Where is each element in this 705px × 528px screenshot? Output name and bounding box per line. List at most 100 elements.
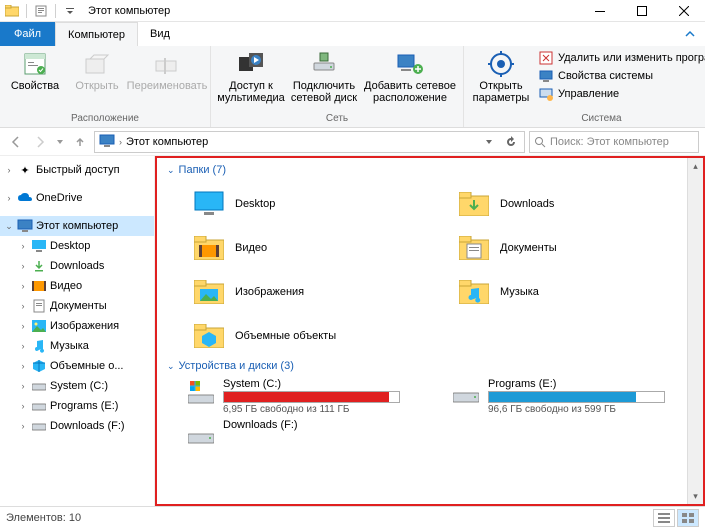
nav-back-button[interactable] <box>6 132 26 152</box>
settings-icon <box>487 50 515 78</box>
properties-button[interactable]: Свойства <box>4 48 66 92</box>
folder-desktop[interactable]: Desktop <box>165 182 430 226</box>
scroll-down-icon[interactable]: ▾ <box>688 488 703 504</box>
media-access-button[interactable]: Доступ к мультимедиа <box>215 48 287 104</box>
tree-pictures[interactable]: ›Изображения <box>0 316 154 336</box>
manage-button[interactable]: Управление <box>538 86 705 102</box>
drive-downloads-f[interactable]: Downloads (F:) <box>165 419 430 447</box>
uninstall-button[interactable]: Удалить или изменить программу <box>538 50 705 66</box>
search-field[interactable]: Поиск: Этот компьютер <box>529 131 699 153</box>
tab-computer[interactable]: Компьютер <box>55 22 138 46</box>
documents-icon <box>31 298 47 314</box>
system-props-label: Свойства системы <box>558 70 653 82</box>
group-folders[interactable]: ⌄Папки (7) <box>165 162 695 182</box>
tab-view[interactable]: Вид <box>138 22 182 46</box>
section-label-system: Система <box>468 113 705 125</box>
explorer-icon <box>4 3 20 19</box>
tree-documents[interactable]: ›Документы <box>0 296 154 316</box>
tree-downloads[interactable]: ›Downloads <box>0 256 154 276</box>
tree-desktop[interactable]: ›Desktop <box>0 236 154 256</box>
pictures-icon <box>31 318 47 334</box>
music-icon <box>31 338 47 354</box>
uninstall-icon <box>538 50 554 66</box>
map-drive-label: Подключить сетевой диск <box>287 80 361 104</box>
uninstall-label: Удалить или изменить программу <box>558 52 705 64</box>
windows-drive-icon <box>187 378 215 406</box>
navigation-pane[interactable]: ›✦Быстрый доступ ›OneDrive ⌄Этот компьют… <box>0 156 155 506</box>
view-details-button[interactable] <box>653 509 675 527</box>
properties-label: Свойства <box>11 80 59 92</box>
open-settings-button[interactable]: Открыть параметры <box>468 48 534 104</box>
address-path: Этот компьютер <box>126 136 476 148</box>
map-drive-icon <box>310 50 338 78</box>
refresh-button[interactable] <box>502 136 520 148</box>
drive-name: System (C:) <box>223 378 400 390</box>
tree-video[interactable]: ›Видео <box>0 276 154 296</box>
folder-3dobjects[interactable]: Объемные объекты <box>165 314 430 358</box>
star-icon: ✦ <box>17 162 33 178</box>
tree-onedrive[interactable]: ›OneDrive <box>0 188 154 208</box>
drive-icon <box>452 378 480 406</box>
chevron-right-icon: › <box>119 137 122 147</box>
folder-video[interactable]: Видео <box>165 226 430 270</box>
add-network-loc-button[interactable]: Добавить сетевое расположение <box>361 48 459 104</box>
nav-history-button[interactable] <box>54 132 66 152</box>
map-drive-button[interactable]: Подключить сетевой диск <box>287 48 361 104</box>
address-dropdown-icon[interactable] <box>480 138 498 146</box>
rename-icon <box>153 50 181 78</box>
vertical-scrollbar[interactable]: ▴ ▾ <box>687 158 703 504</box>
nav-forward-button[interactable] <box>30 132 50 152</box>
drive-programs-e[interactable]: Programs (E:) 96,6 ГБ свободно из 599 ГБ <box>430 378 695 415</box>
folder-downloads[interactable]: Downloads <box>430 182 695 226</box>
nav-up-button[interactable] <box>70 132 90 152</box>
ribbon-section-network: Доступ к мультимедиа Подключить сетевой … <box>211 46 464 127</box>
collapse-icon: ⌄ <box>167 165 175 176</box>
objects3d-icon <box>31 358 47 374</box>
ribbon: Свойства Открыть Переименовать Расположе… <box>0 46 705 128</box>
folder-documents[interactable]: Документы <box>430 226 695 270</box>
minimize-button[interactable] <box>579 0 621 22</box>
view-large-icons-button[interactable] <box>677 509 699 527</box>
tree-3dobjects[interactable]: ›Объемные о... <box>0 356 154 376</box>
downloads-icon <box>31 258 47 274</box>
drive-system-c[interactable]: System (C:) 6,95 ГБ свободно из 111 ГБ <box>165 378 430 415</box>
desktop-icon <box>31 238 47 254</box>
maximize-button[interactable] <box>621 0 663 22</box>
tree-quick-access[interactable]: ›✦Быстрый доступ <box>0 160 154 180</box>
close-button[interactable] <box>663 0 705 22</box>
scroll-up-icon[interactable]: ▴ <box>688 158 703 174</box>
tree-downloads-f[interactable]: ›Downloads (F:) <box>0 416 154 436</box>
content-area[interactable]: ⌄Папки (7) Desktop Видео Изображения Объ… <box>155 156 705 506</box>
folder-music[interactable]: Музыка <box>430 270 695 314</box>
search-icon <box>534 136 546 148</box>
titlebar: Этот компьютер <box>0 0 705 22</box>
qat-dropdown-icon[interactable] <box>62 3 78 19</box>
drive-name: Downloads (F:) <box>223 419 400 431</box>
network-loc-icon <box>396 50 424 78</box>
desktop-icon <box>193 190 225 218</box>
onedrive-icon <box>17 190 33 206</box>
window-controls <box>579 0 705 22</box>
open-button: Открыть <box>66 48 128 92</box>
ribbon-collapse-button[interactable] <box>675 22 705 46</box>
address-bar: › Этот компьютер Поиск: Этот компьютер <box>0 128 705 156</box>
rename-button: Переименовать <box>128 48 206 92</box>
section-label-location: Расположение <box>4 113 206 125</box>
properties-qat-icon[interactable] <box>33 3 49 19</box>
folder-pictures[interactable]: Изображения <box>165 270 430 314</box>
drive-icon <box>31 398 47 414</box>
rename-label: Переименовать <box>127 80 208 92</box>
tree-this-pc[interactable]: ⌄Этот компьютер <box>0 216 154 236</box>
system-props-button[interactable]: Свойства системы <box>538 68 705 84</box>
manage-icon <box>538 86 554 102</box>
address-field[interactable]: › Этот компьютер <box>94 131 525 153</box>
group-drives[interactable]: ⌄Устройства и диски (3) <box>165 358 695 378</box>
ribbon-section-location: Свойства Открыть Переименовать Расположе… <box>0 46 211 127</box>
tree-system-c[interactable]: ›System (C:) <box>0 376 154 396</box>
thispc-icon <box>17 218 33 234</box>
section-label-network: Сеть <box>215 113 459 125</box>
open-label: Открыть <box>75 80 118 92</box>
tree-programs-e[interactable]: ›Programs (E:) <box>0 396 154 416</box>
tab-file[interactable]: Файл <box>0 22 55 46</box>
tree-music[interactable]: ›Музыка <box>0 336 154 356</box>
